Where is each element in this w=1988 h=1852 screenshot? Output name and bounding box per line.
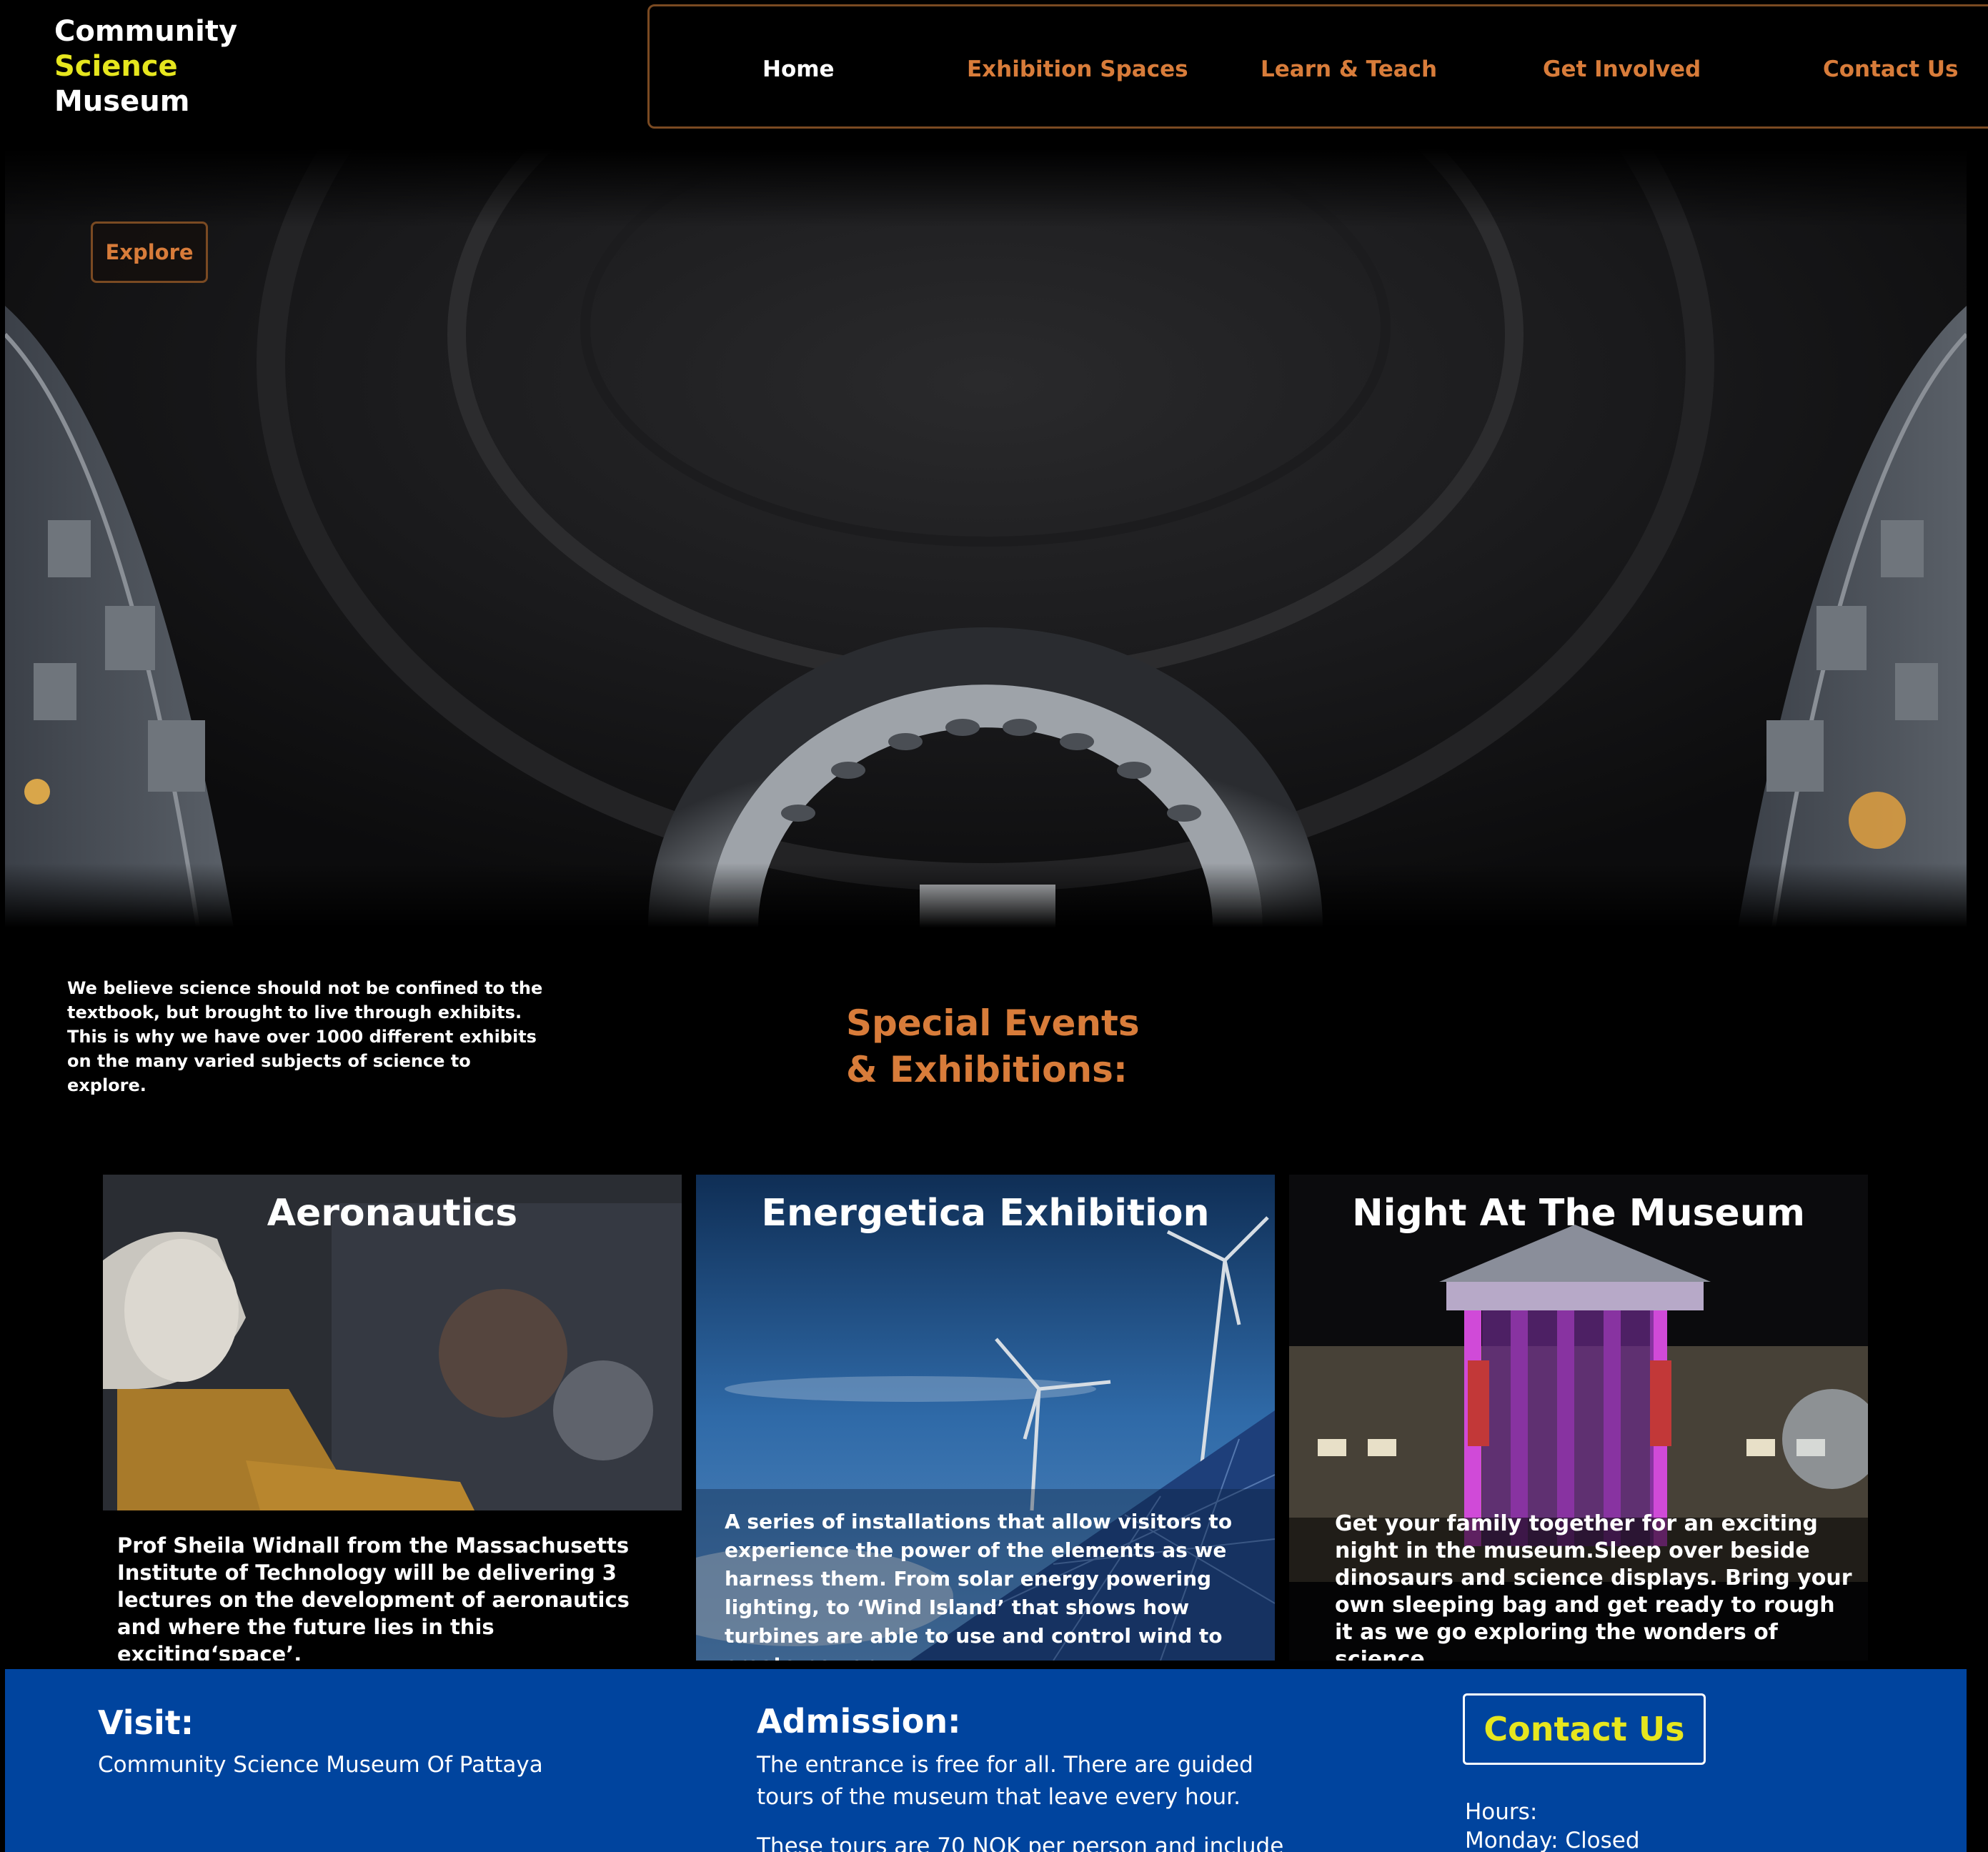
nav-exhibition-spaces[interactable]: Exhibition Spaces xyxy=(967,56,1188,82)
site-logo[interactable]: Community Science Museum xyxy=(54,14,237,119)
visit-address: Community Science Museum Of Pattaya xyxy=(98,1752,543,1778)
special-events-line2: & Exhibitions: xyxy=(846,1049,1128,1090)
event-card-energetica[interactable]: Energetica Exhibition A series of instal… xyxy=(696,1175,1275,1661)
card-description: Get your family together for an exciting… xyxy=(1335,1511,1852,1661)
card-description: A series of installations that allow vis… xyxy=(725,1510,1233,1661)
nav-learn-teach[interactable]: Learn & Teach xyxy=(1261,56,1437,82)
card-title: Night At The Museum xyxy=(1352,1192,1805,1235)
site-footer: Visit: Community Science Museum Of Patta… xyxy=(5,1669,1967,1852)
hours-monday: Monday: Closed xyxy=(1465,1828,1640,1852)
hero-dome-image xyxy=(5,149,1967,927)
card-title: Energetica Exhibition xyxy=(761,1192,1210,1235)
nav-home[interactable]: Home xyxy=(762,56,835,82)
card-description: Prof Sheila Widnall from the Massachuset… xyxy=(117,1533,630,1661)
nav-contact-us[interactable]: Contact Us xyxy=(1823,56,1958,82)
hours-label: Hours: xyxy=(1465,1799,1538,1825)
main-nav: Home Exhibition Spaces Learn & Teach Get… xyxy=(647,4,1988,129)
admission-heading: Admission: xyxy=(757,1702,961,1741)
special-events-line1: Special Events xyxy=(846,1002,1140,1044)
nav-get-involved[interactable]: Get Involved xyxy=(1543,56,1701,82)
hero-banner: Explore xyxy=(5,149,1967,927)
special-events-heading: Special Events & Exhibitions: xyxy=(846,1000,1218,1093)
event-card-night-at-the-museum[interactable]: Night At The Museum Get your family toge… xyxy=(1289,1175,1868,1661)
logo-line-community: Community xyxy=(54,15,238,48)
contact-us-button[interactable]: Contact Us xyxy=(1463,1693,1706,1765)
admission-text: The entrance is free for all. There are … xyxy=(757,1752,1253,1810)
event-card-aeronautics[interactable]: Aeronautics Prof Sheila Widnall from the… xyxy=(103,1175,682,1661)
intro-text: We believe science should not be confine… xyxy=(67,978,543,1095)
explore-button[interactable]: Explore xyxy=(91,221,208,283)
logo-line-science: Science xyxy=(54,50,178,83)
visit-heading: Visit: xyxy=(98,1703,194,1742)
card-title: Aeronautics xyxy=(267,1192,518,1235)
logo-line-museum: Museum xyxy=(54,85,190,118)
admission-tour-price: These tours are 70 NOK per person and in… xyxy=(757,1833,1284,1852)
